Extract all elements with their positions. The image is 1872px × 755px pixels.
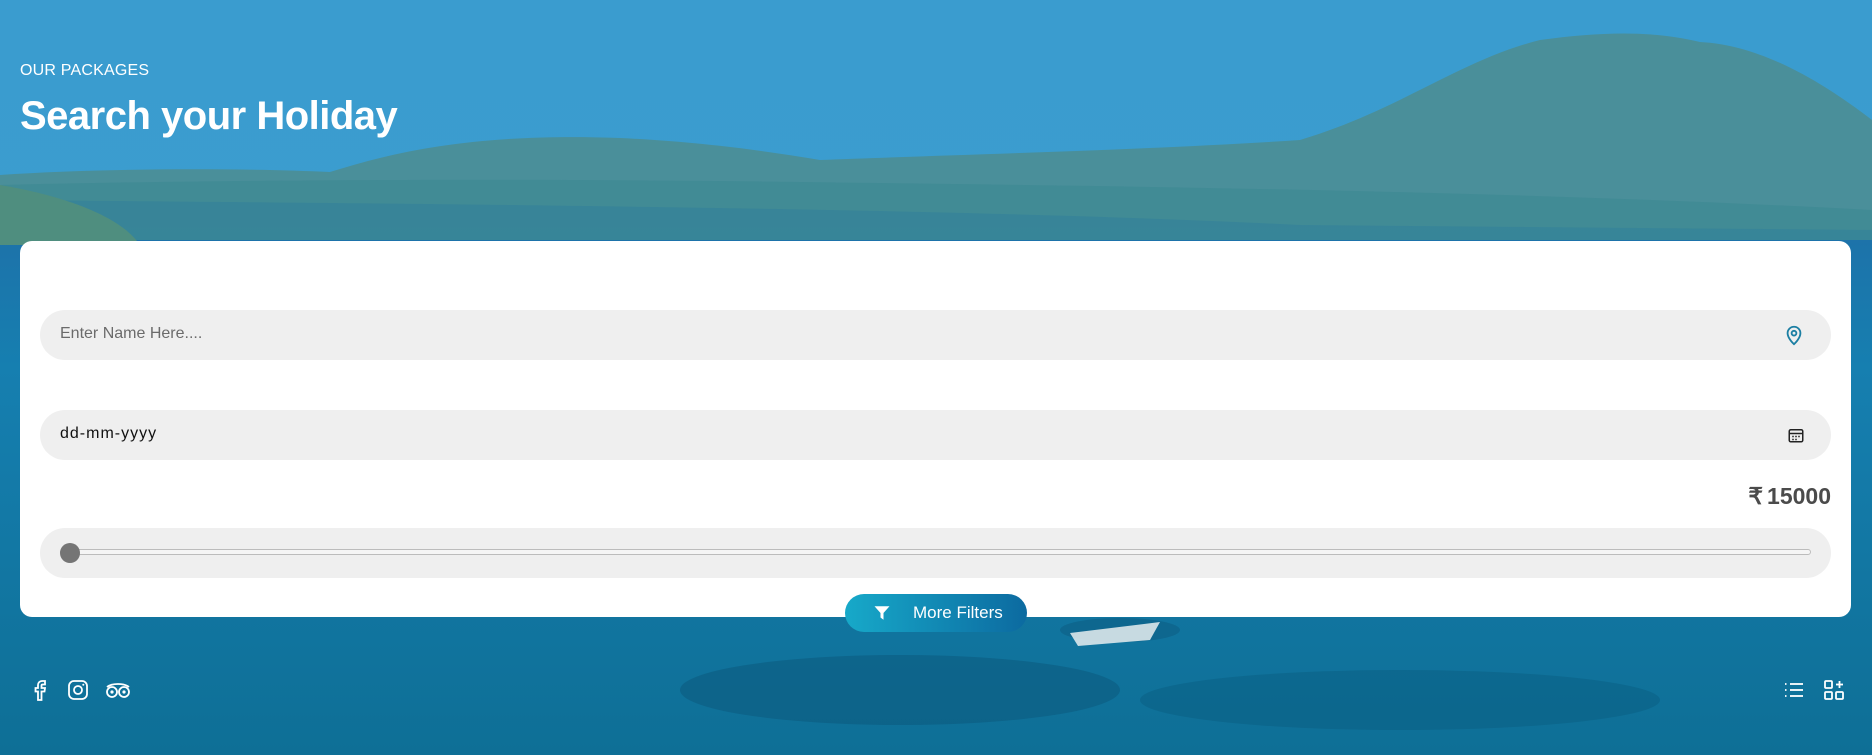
- search-panel: Enter Name Here.... dd-mm-yyyy ₹15000: [20, 241, 1851, 617]
- price-range-field: [40, 528, 1831, 578]
- filter-icon: [873, 604, 891, 622]
- social-links: [28, 678, 132, 702]
- location-pin-icon: [1783, 324, 1805, 346]
- calendar-icon[interactable]: [1787, 426, 1805, 444]
- tripadvisor-icon[interactable]: [104, 678, 132, 702]
- grid-view-icon[interactable]: [1822, 678, 1846, 702]
- price-value: 15000: [1767, 483, 1831, 509]
- currency-symbol: ₹: [1748, 483, 1764, 509]
- instagram-icon[interactable]: [66, 678, 90, 702]
- date-input[interactable]: dd-mm-yyyy: [60, 425, 157, 443]
- facebook-icon[interactable]: [28, 678, 52, 702]
- list-view-icon[interactable]: [1782, 678, 1806, 702]
- price-slider-track[interactable]: [60, 549, 1811, 555]
- section-eyebrow: OUR PACKAGES: [20, 62, 150, 79]
- name-search-input[interactable]: Enter Name Here....: [60, 325, 202, 343]
- price-slider-thumb[interactable]: [60, 543, 80, 563]
- more-filters-label: More Filters: [913, 603, 1003, 622]
- name-search-field[interactable]: Enter Name Here....: [40, 310, 1831, 360]
- view-toggle: [1782, 678, 1846, 702]
- price-readout: ₹15000: [1748, 483, 1831, 510]
- hero-header: OUR PACKAGES Search your Holiday: [20, 62, 398, 139]
- date-field[interactable]: dd-mm-yyyy: [40, 410, 1831, 460]
- page-title: Search your Holiday: [20, 94, 398, 138]
- more-filters-button[interactable]: More Filters: [845, 594, 1027, 632]
